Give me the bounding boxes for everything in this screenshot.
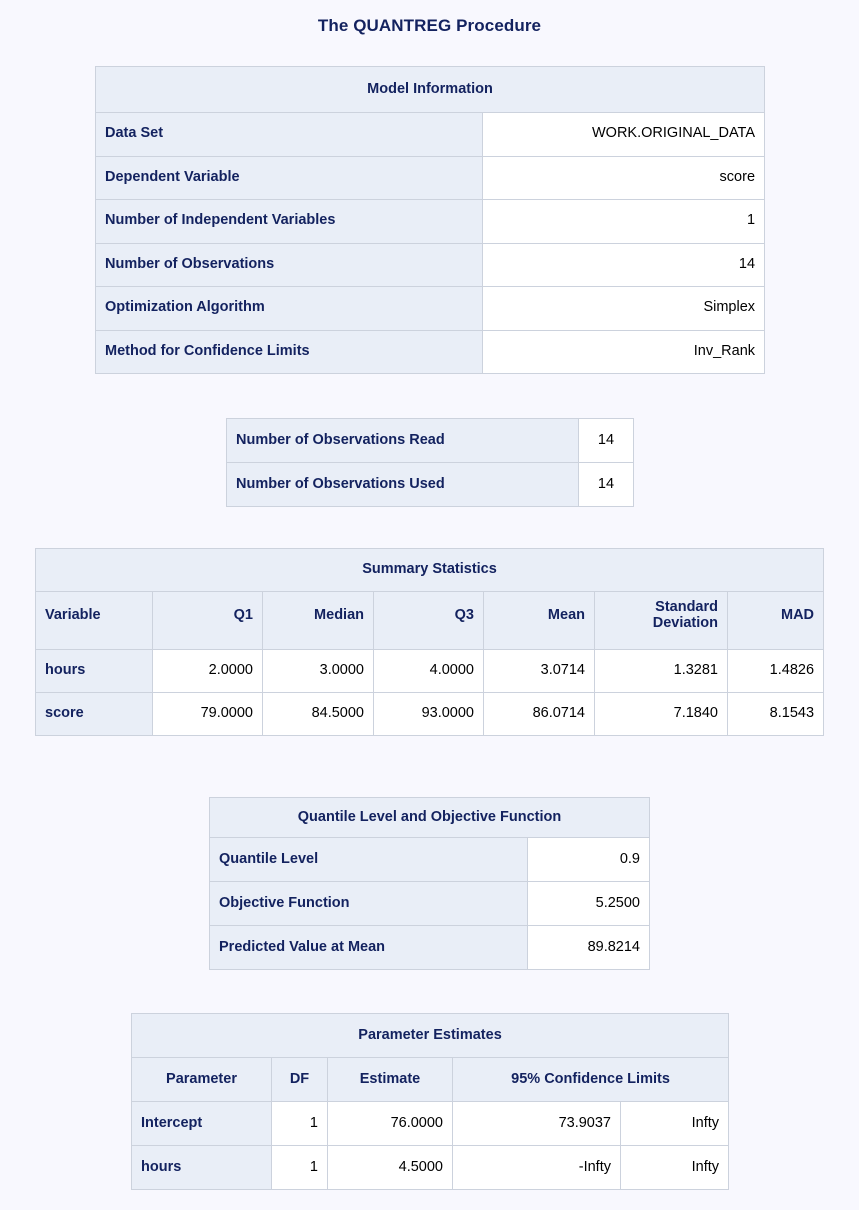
summary-statistics-caption: Summary Statistics: [36, 549, 824, 592]
cell-score-mad: 8.1543: [728, 693, 824, 736]
cell-hours-mean: 3.0714: [484, 650, 595, 693]
table-caption-row: Summary Statistics: [36, 549, 824, 592]
column-header-parameter: Parameter: [132, 1058, 272, 1102]
table-row: Objective Function 5.2500: [210, 882, 650, 926]
cell-score-std-dev: 7.1840: [595, 693, 728, 736]
column-header-confidence-limits: 95% Confidence Limits: [453, 1058, 729, 1102]
row-label-hours: hours: [36, 650, 153, 693]
model-information-table: Model Information Data Set WORK.ORIGINAL…: [95, 66, 765, 374]
row-value-objective-function: 5.2500: [528, 882, 650, 926]
summary-statistics-table: Summary Statistics Variable Q1 Median Q3…: [35, 548, 824, 736]
table-row: Quantile Level 0.9: [210, 838, 650, 882]
table-row: Number of Observations Read 14: [227, 419, 634, 463]
row-label-optimization-algorithm: Optimization Algorithm: [96, 287, 483, 331]
cell-intercept-cl-lower: 73.9037: [453, 1102, 621, 1146]
row-value-optimization-algorithm: Simplex: [483, 287, 765, 331]
column-header-variable: Variable: [36, 592, 153, 650]
row-value-data-set: WORK.ORIGINAL_DATA: [483, 113, 765, 157]
table-row: Data Set WORK.ORIGINAL_DATA: [96, 113, 765, 157]
page-title: The QUANTREG Procedure: [0, 16, 859, 36]
row-value-num-observations: 14: [483, 243, 765, 287]
column-header-q1: Q1: [153, 592, 263, 650]
table-row: Number of Observations Used 14: [227, 463, 634, 507]
row-value-num-independent-variables: 1: [483, 200, 765, 244]
row-label-observations-read: Number of Observations Read: [227, 419, 579, 463]
row-label-data-set: Data Set: [96, 113, 483, 157]
model-information-caption: Model Information: [96, 67, 765, 113]
row-label-hours-param: hours: [132, 1146, 272, 1190]
row-label-predicted-value-at-mean: Predicted Value at Mean: [210, 926, 528, 970]
row-label-intercept: Intercept: [132, 1102, 272, 1146]
row-label-objective-function: Objective Function: [210, 882, 528, 926]
cell-hours-df: 1: [272, 1146, 328, 1190]
row-label-observations-used: Number of Observations Used: [227, 463, 579, 507]
quantile-objective-caption: Quantile Level and Objective Function: [210, 798, 650, 838]
cell-score-q3: 93.0000: [374, 693, 484, 736]
table-caption-row: Parameter Estimates: [132, 1014, 729, 1058]
cell-hours-estimate: 4.5000: [328, 1146, 453, 1190]
row-label-num-observations: Number of Observations: [96, 243, 483, 287]
cell-score-q1: 79.0000: [153, 693, 263, 736]
column-header-q3: Q3: [374, 592, 484, 650]
column-header-df: DF: [272, 1058, 328, 1102]
row-value-observations-read: 14: [579, 419, 634, 463]
column-header-estimate: Estimate: [328, 1058, 453, 1102]
cell-hours-median: 3.0000: [263, 650, 374, 693]
parameter-estimates-caption: Parameter Estimates: [132, 1014, 729, 1058]
row-value-method-confidence-limits: Inv_Rank: [483, 330, 765, 374]
cell-intercept-cl-upper: Infty: [621, 1102, 729, 1146]
cell-hours-cl-lower: -Infty: [453, 1146, 621, 1190]
table-header-row: Parameter DF Estimate 95% Confidence Lim…: [132, 1058, 729, 1102]
table-row: Optimization Algorithm Simplex: [96, 287, 765, 331]
quantile-objective-table: Quantile Level and Objective Function Qu…: [209, 797, 650, 970]
cell-hours-mad: 1.4826: [728, 650, 824, 693]
cell-hours-q1: 2.0000: [153, 650, 263, 693]
cell-hours-q3: 4.0000: [374, 650, 484, 693]
cell-intercept-estimate: 76.0000: [328, 1102, 453, 1146]
cell-hours-cl-upper: Infty: [621, 1146, 729, 1190]
row-value-observations-used: 14: [579, 463, 634, 507]
table-row: Number of Independent Variables 1: [96, 200, 765, 244]
table-caption-row: Model Information: [96, 67, 765, 113]
row-label-score: score: [36, 693, 153, 736]
table-row: Predicted Value at Mean 89.8214: [210, 926, 650, 970]
cell-hours-std-dev: 1.3281: [595, 650, 728, 693]
table-row: Intercept 1 76.0000 73.9037 Infty: [132, 1102, 729, 1146]
table-caption-row: Quantile Level and Objective Function: [210, 798, 650, 838]
column-header-standard-deviation: Standard Deviation: [595, 592, 728, 650]
table-row: Dependent Variable score: [96, 156, 765, 200]
parameter-estimates-table: Parameter Estimates Parameter DF Estimat…: [131, 1013, 729, 1190]
cell-score-mean: 86.0714: [484, 693, 595, 736]
table-row: hours 2.0000 3.0000 4.0000 3.0714 1.3281…: [36, 650, 824, 693]
table-row: hours 1 4.5000 -Infty Infty: [132, 1146, 729, 1190]
row-label-quantile-level: Quantile Level: [210, 838, 528, 882]
row-value-dependent-variable: score: [483, 156, 765, 200]
row-label-dependent-variable: Dependent Variable: [96, 156, 483, 200]
table-row: score 79.0000 84.5000 93.0000 86.0714 7.…: [36, 693, 824, 736]
cell-score-median: 84.5000: [263, 693, 374, 736]
cell-intercept-df: 1: [272, 1102, 328, 1146]
table-row: Number of Observations 14: [96, 243, 765, 287]
observations-summary-table: Number of Observations Read 14 Number of…: [226, 418, 634, 507]
column-header-mad: MAD: [728, 592, 824, 650]
sas-output-page: The QUANTREG Procedure Model Information…: [0, 0, 859, 1210]
row-value-quantile-level: 0.9: [528, 838, 650, 882]
table-header-row: Variable Q1 Median Q3 Mean Standard Devi…: [36, 592, 824, 650]
row-label-num-independent-variables: Number of Independent Variables: [96, 200, 483, 244]
column-header-median: Median: [263, 592, 374, 650]
row-value-predicted-value-at-mean: 89.8214: [528, 926, 650, 970]
table-row: Method for Confidence Limits Inv_Rank: [96, 330, 765, 374]
row-label-method-confidence-limits: Method for Confidence Limits: [96, 330, 483, 374]
column-header-mean: Mean: [484, 592, 595, 650]
